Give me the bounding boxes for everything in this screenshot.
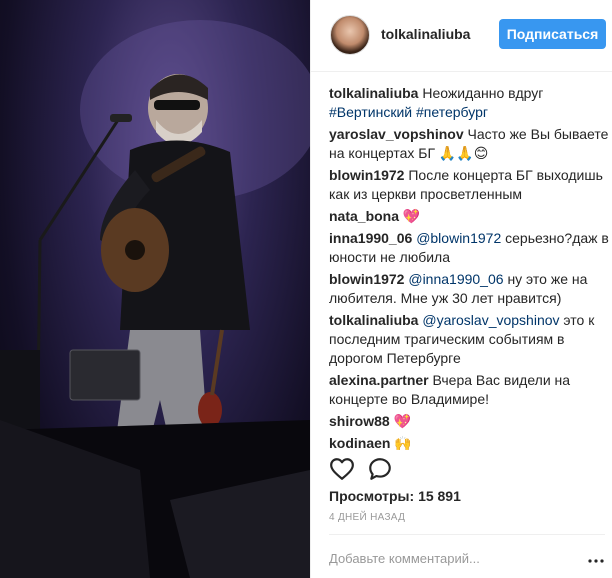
views-number: 15 891 (418, 488, 461, 504)
list-item: alexina.partner Вчера Вас видели на конц… (329, 371, 609, 409)
list-item: shirow88 💖 (329, 412, 609, 431)
caption: tolkalinaliuba Неожиданно вдруг #Вертинс… (329, 84, 609, 122)
comment-mention[interactable]: @yaroslav_vopshinov (422, 312, 559, 328)
post-header: tolkalinaliuba Подписаться (311, 0, 612, 72)
comment-mention[interactable]: @blowin1972 (416, 230, 501, 246)
comment-text: 🙌 (394, 435, 412, 451)
views-label: Просмотры: (329, 488, 415, 504)
list-item: tolkalinaliuba @yaroslav_vopshinov это к… (329, 311, 609, 368)
post-sidebar: tolkalinaliuba Подписаться tolkalinaliub… (310, 0, 612, 578)
instagram-post: tolkalinaliuba Подписаться tolkalinaliub… (0, 0, 612, 578)
list-item: inna1990_06 @blowin1972 серьезно?даж в ю… (329, 229, 609, 267)
list-item: blowin1972 После концерта БГ выходишь ка… (329, 166, 609, 204)
comment-icon[interactable] (367, 456, 393, 482)
comment-text: 💖 (393, 413, 412, 429)
comment-username[interactable]: blowin1972 (329, 167, 404, 183)
follow-button[interactable]: Подписаться (499, 19, 606, 49)
concert-photo-illustration (0, 20, 310, 578)
post-photo[interactable] (0, 0, 310, 578)
list-item: nata_bona 💖 (329, 207, 609, 226)
header-username[interactable]: tolkalinaliuba (381, 26, 470, 42)
more-options-icon[interactable] (587, 553, 605, 563)
heart-icon[interactable] (329, 456, 355, 482)
comment-text: 💖 (402, 208, 421, 224)
comment-mention[interactable]: @inna1990_06 (408, 271, 503, 287)
comment-username[interactable]: kodinaen (329, 435, 390, 451)
caption-text: Неожиданно вдруг (422, 85, 544, 101)
comment-username[interactable]: alexina.partner (329, 372, 429, 388)
post-timestamp[interactable]: 4 ДНЕЙ НАЗАД (329, 512, 405, 523)
comment-username[interactable]: tolkalinaliuba (329, 312, 418, 328)
list-item: blowin1972 @inna1990_06 ну это же на люб… (329, 270, 609, 308)
list-item: yaroslav_vopshinov Часто же Вы бываете н… (329, 125, 609, 163)
comment-username[interactable]: shirow88 (329, 413, 390, 429)
comment-username[interactable]: inna1990_06 (329, 230, 412, 246)
avatar[interactable] (330, 15, 370, 55)
caption-hashtags[interactable]: #Вертинский #петербург (329, 104, 488, 120)
view-count: Просмотры: 15 891 (329, 488, 461, 504)
divider (329, 534, 605, 535)
list-item: kodinaen 🙌 (329, 434, 609, 453)
comment-list: tolkalinaliuba Неожиданно вдруг #Вертинс… (329, 84, 609, 456)
comment-username[interactable]: blowin1972 (329, 271, 404, 287)
add-comment-input[interactable] (329, 545, 579, 571)
action-bar (329, 456, 609, 482)
comment-username[interactable]: nata_bona (329, 208, 399, 224)
comment-username[interactable]: tolkalinaliuba (329, 85, 418, 101)
comment-username[interactable]: yaroslav_vopshinov (329, 126, 464, 142)
